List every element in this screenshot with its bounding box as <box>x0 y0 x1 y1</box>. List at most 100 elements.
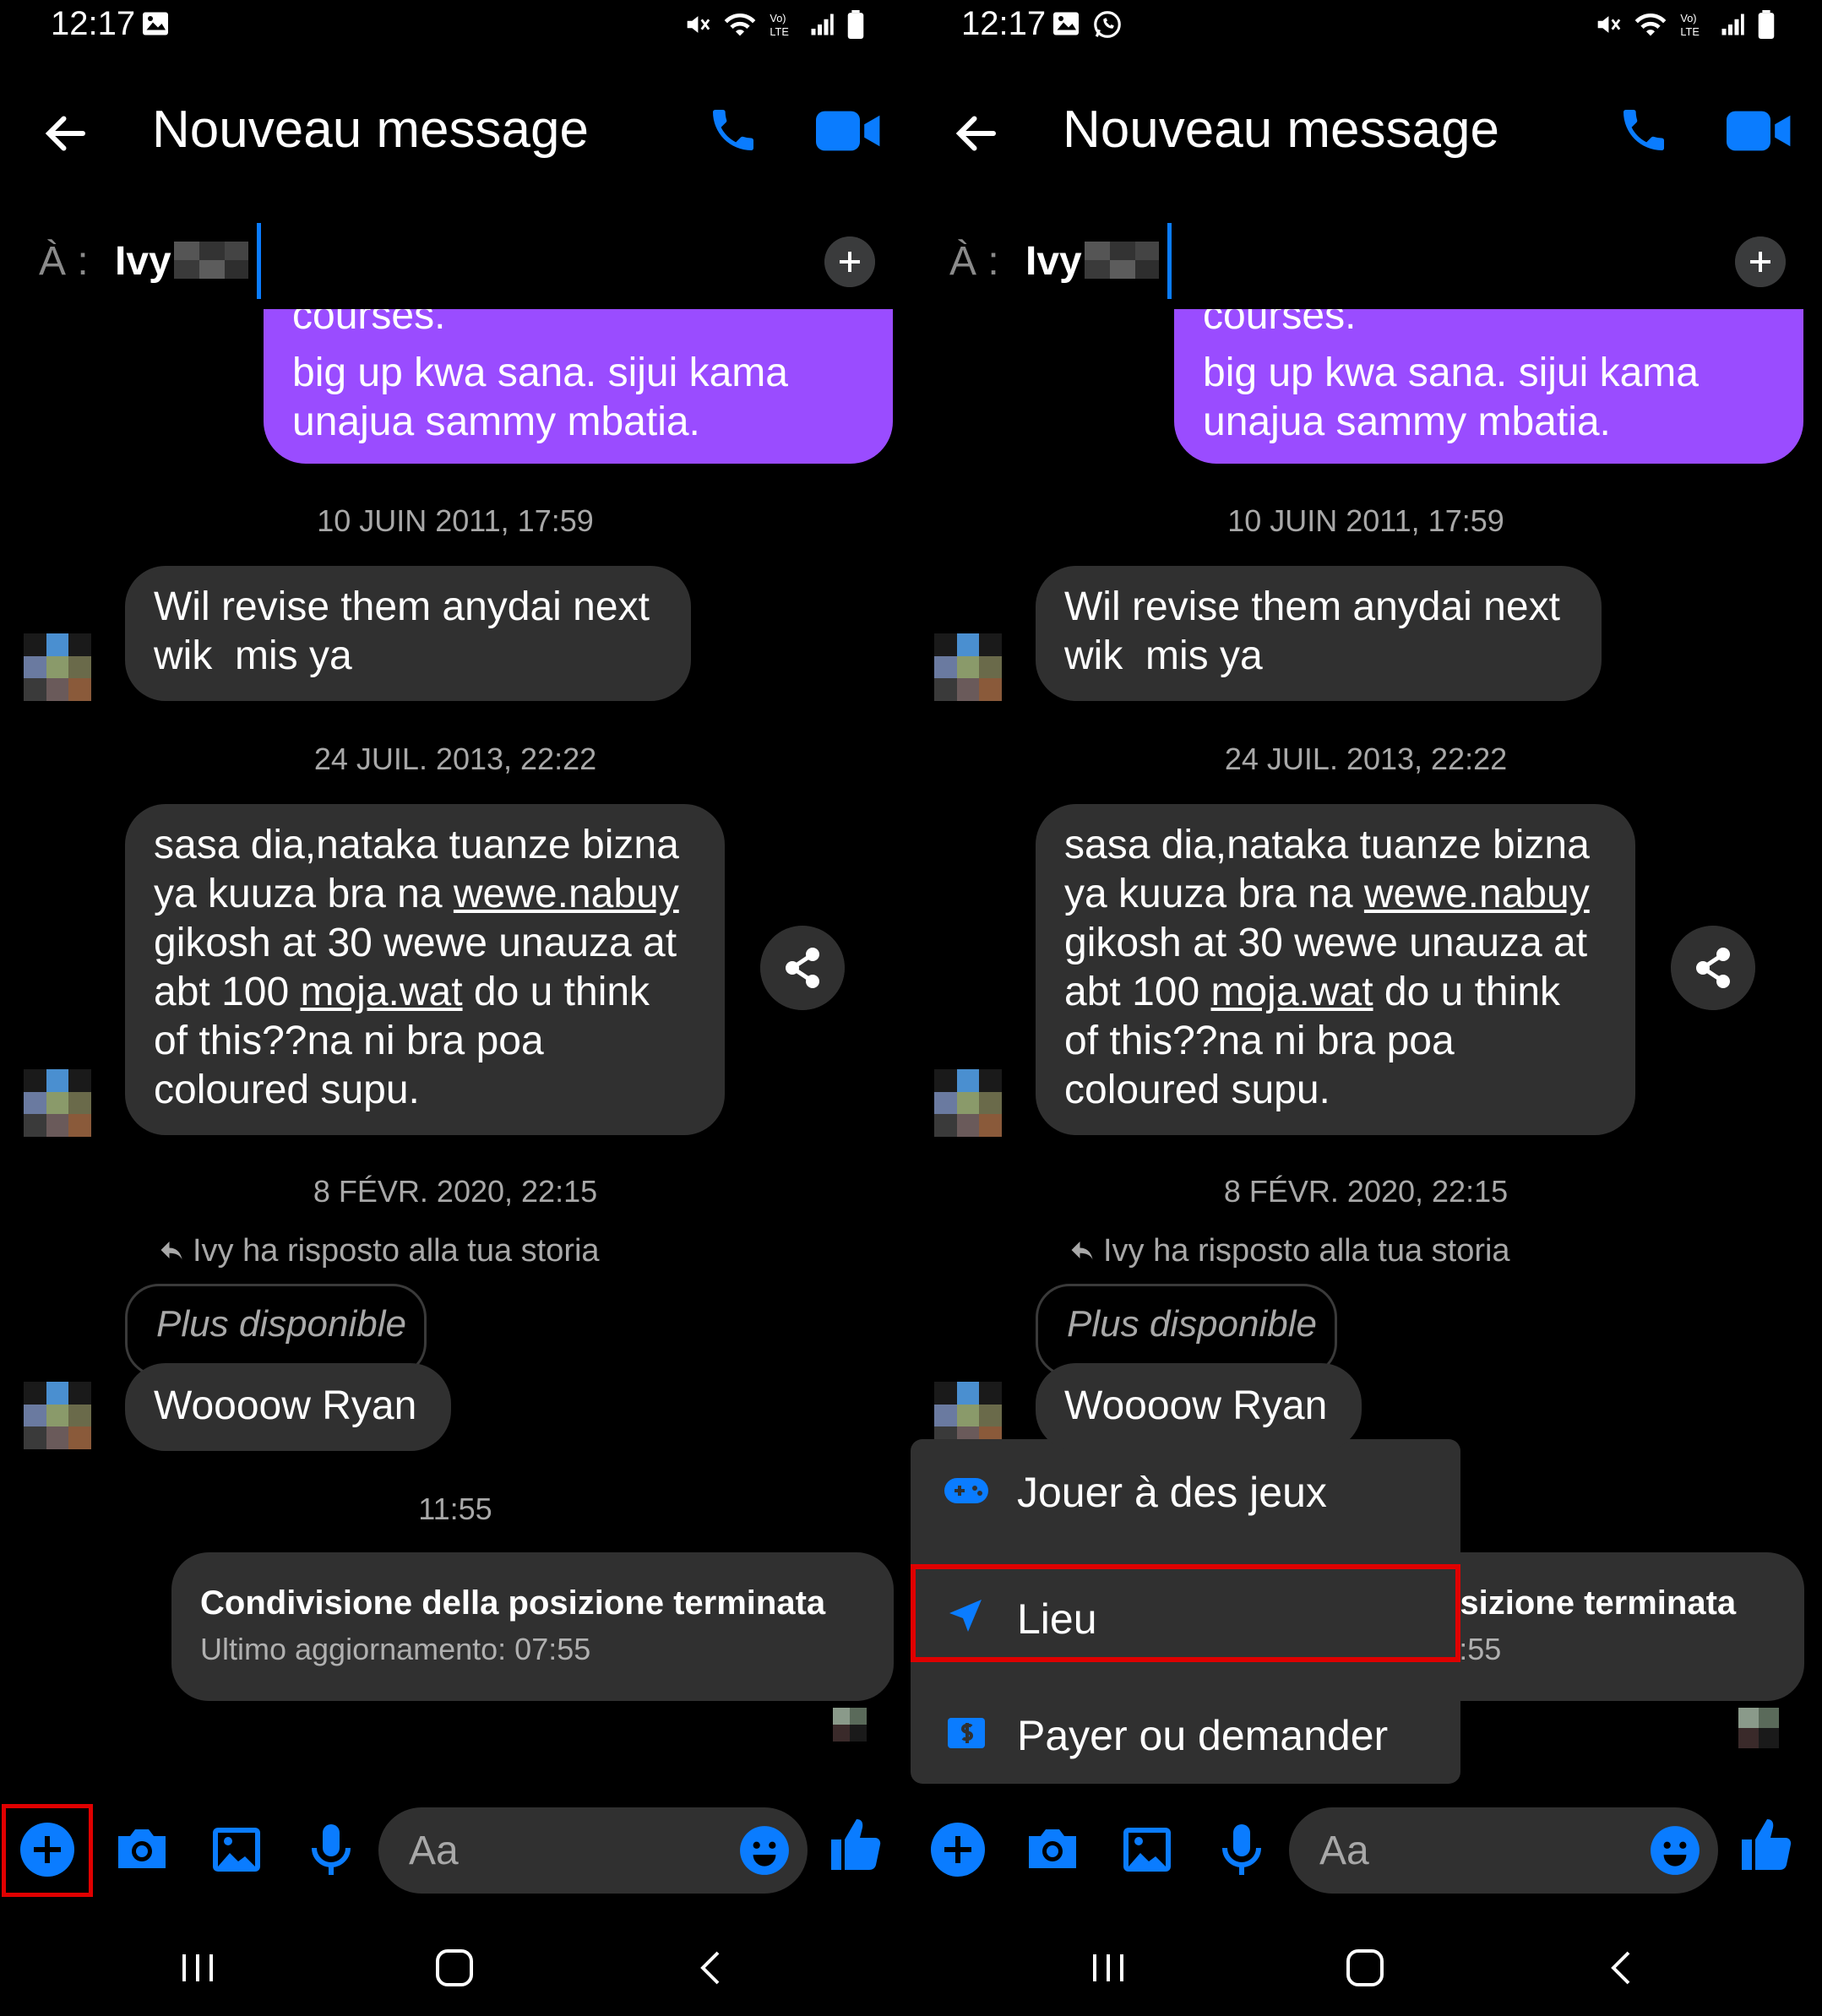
android-nav-bar <box>0 1926 911 2010</box>
camera-icon[interactable] <box>108 1816 176 1883</box>
incoming-message-bubble[interactable]: Woooow Ryan <box>1036 1363 1362 1451</box>
screen-left: 12:17 Vo) LTE Nouveau message À : Ivy cou… <box>0 0 911 2016</box>
message-input-container <box>378 1807 808 1894</box>
timestamp: 10 JUIN 2011, 17:59 <box>317 503 594 538</box>
avatar[interactable] <box>24 633 91 701</box>
incoming-message-bubble[interactable]: sasa dia,nataka tuanze bizna ya kuuza br… <box>125 804 725 1135</box>
story-unavailable-text: Plus disponible <box>156 1303 406 1345</box>
status-app-icons <box>1051 8 1123 41</box>
volte-icon: Vo)LTE <box>770 12 788 38</box>
video-call-icon[interactable] <box>1727 108 1792 154</box>
header: Nouveau message <box>0 84 911 177</box>
wifi-icon <box>724 13 756 36</box>
read-receipt-avatar <box>1738 1708 1779 1748</box>
add-recipient-icon[interactable] <box>824 236 875 287</box>
android-nav-bar <box>911 1926 1821 2010</box>
story-reply-note: Ivy ha risposto alla tua storia <box>1069 1233 1510 1269</box>
gallery-icon[interactable] <box>1113 1816 1181 1883</box>
status-time: 12:17 <box>51 5 136 42</box>
incoming-message-bubble[interactable]: Wil revise them anydai next wik mis ya <box>125 566 691 701</box>
message-text: Woooow Ryan <box>1064 1383 1328 1428</box>
recent-apps-icon[interactable] <box>172 1943 223 1993</box>
avatar[interactable] <box>934 633 1002 701</box>
location-share-card[interactable]: Condivisione della posizione terminata U… <box>171 1552 894 1701</box>
text-cursor <box>1167 223 1172 299</box>
emoji-icon[interactable] <box>738 1824 791 1877</box>
thumbs-up-icon[interactable] <box>1737 1814 1796 1873</box>
recipient-row: À : Ivy <box>911 220 1821 304</box>
location-card-subtitle: Ultimo aggiornamento: 07:55 <box>200 1632 591 1666</box>
battery-icon <box>1758 10 1775 39</box>
message-text: Wil revise them anydai next wik mis ya <box>154 584 650 678</box>
avatar[interactable] <box>24 1069 91 1137</box>
message-link[interactable]: wewe.nabuy <box>454 872 679 916</box>
back-arrow-icon[interactable] <box>41 108 91 159</box>
thumbs-up-icon[interactable] <box>826 1814 885 1873</box>
svg-text:LTE: LTE <box>770 25 788 38</box>
story-unavailable-text: Plus disponible <box>1067 1303 1317 1345</box>
message-input-container <box>1289 1807 1718 1894</box>
incoming-message-bubble[interactable]: Woooow Ryan <box>125 1363 451 1451</box>
home-icon[interactable] <box>429 1943 480 1993</box>
message-text: big up kwa sana. sijui kama unajua sammy… <box>1203 350 1699 444</box>
message-input[interactable] <box>1318 1819 1642 1882</box>
message-link[interactable]: moja.wat <box>300 970 462 1014</box>
menu-item-pay-request[interactable]: Payer ou demander <box>911 1682 1460 1784</box>
microphone-icon[interactable] <box>1208 1816 1275 1883</box>
message-text-cut: courses. <box>1203 309 1357 338</box>
incoming-message-bubble[interactable]: Wil revise them anydai next wik mis ya <box>1036 566 1602 701</box>
microphone-icon[interactable] <box>297 1816 365 1883</box>
location-card-title: Condivisione della posizione terminata <box>200 1584 826 1622</box>
highlight-location-option <box>911 1564 1460 1662</box>
status-app-icons <box>140 8 171 39</box>
plus-more-icon[interactable] <box>924 1816 992 1883</box>
video-call-icon[interactable] <box>816 108 882 154</box>
volte-icon: Vo)LTE <box>1680 12 1699 38</box>
message-text: Wil revise them anydai next wik mis ya <box>1064 584 1560 678</box>
back-arrow-icon[interactable] <box>951 108 1002 159</box>
signal-icon <box>811 14 834 35</box>
share-icon[interactable] <box>760 926 845 1010</box>
recent-apps-icon[interactable] <box>1083 1943 1134 1993</box>
message-link[interactable]: wewe.nabuy <box>1364 872 1590 916</box>
mute-icon <box>687 16 710 33</box>
outgoing-message-bubble[interactable]: courses. big up kwa sana. sijui kama una… <box>1174 309 1803 464</box>
whatsapp-notification-icon <box>1094 11 1121 38</box>
gallery-icon[interactable] <box>203 1816 270 1883</box>
message-input[interactable] <box>407 1819 732 1882</box>
avatar[interactable] <box>24 1382 91 1449</box>
recipient-row: À : Ivy <box>0 220 911 304</box>
back-nav-icon[interactable] <box>1596 1943 1647 1993</box>
phone-icon[interactable] <box>706 103 760 157</box>
status-bar: 12:17 Vo) LTE <box>0 0 911 59</box>
phone-icon[interactable] <box>1617 103 1671 157</box>
avatar[interactable] <box>934 1069 1002 1137</box>
page-title: Nouveau message <box>152 101 589 159</box>
camera-icon[interactable] <box>1019 1816 1086 1883</box>
message-link[interactable]: moja.wat <box>1210 970 1373 1014</box>
outgoing-message-bubble[interactable]: courses. big up kwa sana. sijui kama una… <box>264 309 893 464</box>
status-system-icons: Vo) LTE <box>683 10 865 39</box>
recipient-chip[interactable]: Ivy <box>115 238 171 285</box>
highlight-plus-button <box>2 1804 93 1897</box>
share-icon[interactable] <box>1671 926 1755 1010</box>
recipient-chip[interactable]: Ivy <box>1025 238 1082 285</box>
redacted-surname <box>174 242 248 279</box>
header: Nouveau message <box>911 84 1821 177</box>
incoming-message-bubble[interactable]: sasa dia,nataka tuanze bizna ya kuuza br… <box>1036 804 1635 1135</box>
timestamp: 8 FÉVR. 2020, 22:15 <box>313 1174 598 1209</box>
menu-item-play-games[interactable]: Jouer à des jeux <box>911 1439 1460 1541</box>
message-text: sasa dia,nataka tuanze bizna ya kuuza br… <box>1064 823 1590 1112</box>
emoji-icon[interactable] <box>1649 1824 1701 1877</box>
redacted-surname <box>1085 242 1159 279</box>
home-icon[interactable] <box>1340 1943 1390 1993</box>
svg-text:LTE: LTE <box>1680 25 1699 38</box>
to-label: À : <box>949 239 999 284</box>
timestamp: 24 JUIL. 2013, 22:22 <box>313 742 597 776</box>
message-text: sasa dia,nataka tuanze bizna ya kuuza br… <box>154 823 679 1112</box>
back-nav-icon[interactable] <box>686 1943 737 1993</box>
gallery-notification-icon <box>1053 12 1079 35</box>
add-recipient-icon[interactable] <box>1735 236 1786 287</box>
wifi-icon <box>1634 13 1667 36</box>
battery-icon <box>847 10 864 39</box>
